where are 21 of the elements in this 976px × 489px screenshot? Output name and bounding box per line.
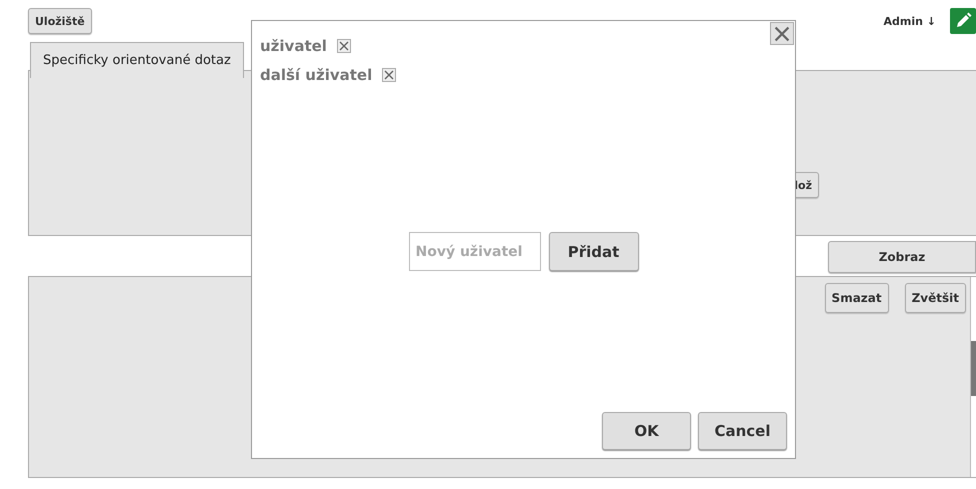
panel-button[interactable]: Smazat (824, 283, 889, 313)
add-button[interactable]: Přidat (548, 232, 638, 271)
remove-button[interactable] (336, 38, 351, 52)
storage-button[interactable]: Uložiště (28, 8, 92, 34)
show-button[interactable]: Zobraz (828, 241, 976, 273)
scrollbar[interactable] (970, 277, 976, 477)
close-icon (338, 40, 349, 50)
user-name: uživatel (260, 36, 327, 54)
dialog-button[interactable]: Cancel (698, 412, 787, 450)
close-icon (384, 70, 394, 80)
edit-button[interactable] (950, 8, 976, 34)
new-user-field[interactable]: Nový uživatel (408, 232, 540, 271)
panel-button[interactable]: Zvětšit (904, 283, 966, 313)
user-name: další uživatel (260, 66, 372, 84)
remove-button[interactable] (382, 68, 396, 82)
user-menu[interactable]: Admin ↓ (884, 14, 936, 28)
pencil-icon (954, 12, 972, 30)
dialog-button[interactable]: OK (602, 412, 691, 450)
close-button[interactable] (770, 22, 794, 45)
close-icon (774, 26, 790, 42)
tab[interactable]: Specificky orientované dotaz (30, 42, 244, 78)
